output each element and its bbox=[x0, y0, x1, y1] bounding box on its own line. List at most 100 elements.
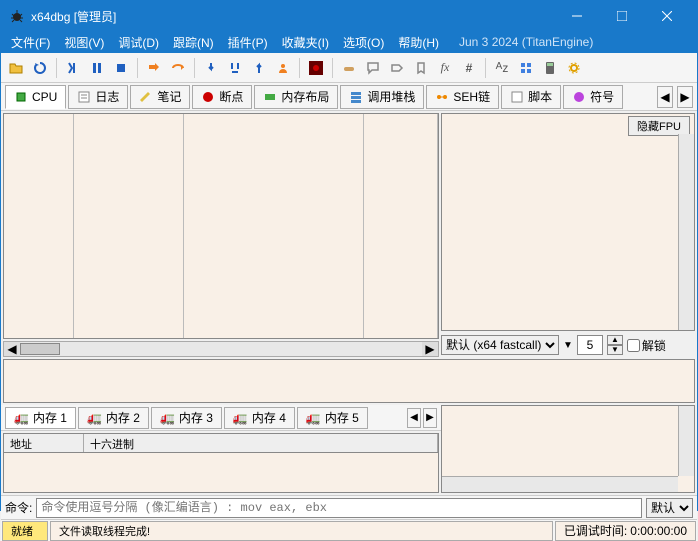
hide-fpu-button[interactable]: 隐藏FPU bbox=[628, 116, 690, 136]
dump-icon: 🚛 bbox=[14, 411, 29, 425]
command-bar: 命令: 默认 bbox=[1, 495, 697, 519]
toolbar: fx # Az bbox=[1, 53, 697, 83]
bookmarks-button[interactable] bbox=[410, 57, 432, 79]
menu-help[interactable]: 帮助(H) bbox=[392, 32, 445, 53]
stack-view[interactable] bbox=[441, 405, 695, 493]
menu-view[interactable]: 视图(V) bbox=[58, 32, 110, 53]
tab-callstack[interactable]: 调用堆栈 bbox=[340, 85, 424, 109]
cpu-icon bbox=[14, 90, 28, 104]
trace-into-button[interactable] bbox=[200, 57, 222, 79]
stack-hscroll[interactable] bbox=[442, 476, 678, 492]
dump-view[interactable] bbox=[3, 453, 439, 493]
disasm-hscroll[interactable]: ◀▶ bbox=[3, 341, 439, 357]
scylla-button[interactable] bbox=[305, 57, 327, 79]
run-button[interactable] bbox=[62, 57, 84, 79]
menu-file[interactable]: 文件(F) bbox=[5, 32, 56, 53]
command-label: 命令: bbox=[5, 499, 32, 516]
unlock-checkbox-label[interactable]: 解锁 bbox=[627, 337, 666, 354]
run-to-user-button[interactable] bbox=[272, 57, 294, 79]
script-icon bbox=[510, 90, 524, 104]
tab-cpu[interactable]: CPU bbox=[5, 85, 66, 109]
call-convention-select[interactable]: 默认 (x64 fastcall) bbox=[441, 335, 559, 355]
tab-symbols[interactable]: 符号 bbox=[563, 85, 623, 109]
dump-tab-scroll-left[interactable]: ◀ bbox=[407, 408, 421, 428]
info-panel[interactable] bbox=[3, 359, 695, 403]
step-over-button[interactable] bbox=[167, 57, 189, 79]
dump-icon: 🚛 bbox=[160, 411, 175, 425]
arg-count-input[interactable] bbox=[577, 335, 603, 355]
dump-icon: 🚛 bbox=[233, 411, 248, 425]
tab-memory[interactable]: 内存布局 bbox=[254, 85, 338, 109]
dump-header: 地址 十六进制 bbox=[3, 433, 439, 453]
calculator-button[interactable] bbox=[539, 57, 561, 79]
window-title: x64dbg [管理员] bbox=[31, 8, 554, 25]
dump-col-address[interactable]: 地址 bbox=[4, 434, 84, 452]
call-convention-row: 默认 (x64 fastcall) ▼ ▲▼ 解锁 bbox=[441, 333, 695, 357]
dump-tab-4[interactable]: 🚛内存 4 bbox=[224, 407, 295, 429]
strings-button[interactable]: Az bbox=[491, 57, 513, 79]
symbols-icon bbox=[572, 90, 586, 104]
run-to-return-button[interactable] bbox=[248, 57, 270, 79]
dump-tab-3[interactable]: 🚛内存 3 bbox=[151, 407, 222, 429]
tab-scroll-right[interactable]: ▶ bbox=[677, 86, 693, 108]
dump-tab-scroll-right[interactable]: ▶ bbox=[423, 408, 437, 428]
disasm-bytes-col bbox=[74, 114, 184, 338]
minimize-button[interactable] bbox=[554, 1, 599, 31]
callstack-icon bbox=[349, 90, 363, 104]
open-button[interactable] bbox=[5, 57, 27, 79]
stack-vscroll[interactable] bbox=[678, 406, 694, 476]
settings-button[interactable] bbox=[563, 57, 585, 79]
menu-trace[interactable]: 跟踪(N) bbox=[167, 32, 220, 53]
tab-breakpoints[interactable]: 断点 bbox=[192, 85, 252, 109]
breakpoint-icon bbox=[201, 90, 215, 104]
functions-button[interactable]: fx bbox=[434, 57, 456, 79]
main-tabbar: CPU 日志 笔记 断点 内存布局 调用堆栈 SEH链 脚本 符号 ◀ ▶ bbox=[1, 83, 697, 111]
dump-tab-5[interactable]: 🚛内存 5 bbox=[297, 407, 368, 429]
maximize-button[interactable] bbox=[599, 1, 644, 31]
variables-button[interactable]: # bbox=[458, 57, 480, 79]
command-mode-select[interactable]: 默认 bbox=[646, 498, 693, 518]
step-into-button[interactable] bbox=[143, 57, 165, 79]
menu-favorites[interactable]: 收藏夹(I) bbox=[276, 32, 335, 53]
menu-plugins[interactable]: 插件(P) bbox=[222, 32, 274, 53]
app-bug-icon bbox=[9, 8, 25, 24]
log-icon bbox=[77, 90, 91, 104]
trace-over-button[interactable] bbox=[224, 57, 246, 79]
tab-seh[interactable]: SEH链 bbox=[426, 85, 499, 109]
restart-button[interactable] bbox=[29, 57, 51, 79]
dump-col-hex[interactable]: 十六进制 bbox=[84, 434, 438, 452]
disassembly-view[interactable] bbox=[3, 113, 439, 339]
unlock-checkbox[interactable] bbox=[627, 339, 640, 352]
seh-icon bbox=[435, 90, 449, 104]
menubar: 文件(F) 视图(V) 调试(D) 跟踪(N) 插件(P) 收藏夹(I) 选项(… bbox=[1, 31, 697, 53]
statusbar: 就绪 文件读取线程完成! 已调试时间: 0:00:00:00 bbox=[1, 519, 697, 541]
dump-tab-1[interactable]: 🚛内存 1 bbox=[5, 407, 76, 429]
tab-notes[interactable]: 笔记 bbox=[130, 85, 190, 109]
arg-count-spinner[interactable]: ▲▼ bbox=[607, 335, 623, 355]
patches-button[interactable] bbox=[338, 57, 360, 79]
registers-vscroll[interactable] bbox=[678, 134, 694, 330]
registers-view[interactable]: 隐藏FPU bbox=[441, 113, 695, 331]
stop-button[interactable] bbox=[110, 57, 132, 79]
comments-button[interactable] bbox=[362, 57, 384, 79]
tab-scroll-left[interactable]: ◀ bbox=[657, 86, 673, 108]
status-ready: 就绪 bbox=[2, 521, 48, 541]
labels-button[interactable] bbox=[386, 57, 408, 79]
memory-icon bbox=[263, 90, 277, 104]
dump-icon: 🚛 bbox=[87, 411, 102, 425]
close-button[interactable] bbox=[644, 1, 689, 31]
pause-button[interactable] bbox=[86, 57, 108, 79]
disasm-comment-col bbox=[364, 114, 438, 338]
command-input[interactable] bbox=[36, 498, 642, 518]
menu-debug[interactable]: 调试(D) bbox=[112, 32, 165, 53]
menu-options[interactable]: 选项(O) bbox=[337, 32, 390, 53]
tab-log[interactable]: 日志 bbox=[68, 85, 128, 109]
dump-tab-2[interactable]: 🚛内存 2 bbox=[78, 407, 149, 429]
notes-icon bbox=[139, 90, 153, 104]
disasm-address-col bbox=[4, 114, 74, 338]
dump-tabbar: 🚛内存 1 🚛内存 2 🚛内存 3 🚛内存 4 🚛内存 5 ◀ ▶ bbox=[1, 405, 441, 431]
modules-button[interactable] bbox=[515, 57, 537, 79]
tab-script[interactable]: 脚本 bbox=[501, 85, 561, 109]
dump-icon: 🚛 bbox=[306, 411, 321, 425]
titlebar: x64dbg [管理员] bbox=[1, 1, 697, 31]
